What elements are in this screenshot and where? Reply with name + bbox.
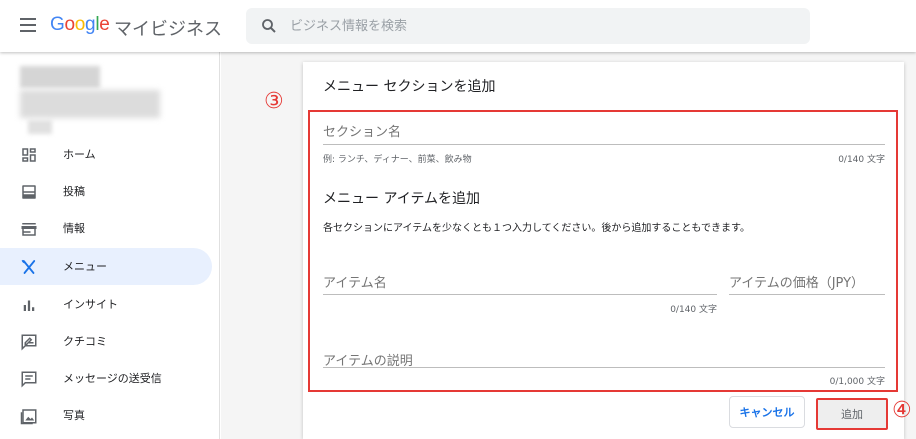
- business-detail-blurred: [28, 120, 52, 134]
- add-button[interactable]: 追加: [816, 398, 888, 430]
- sidebar: ホーム 投稿 情報 メニュー インサイト クチコミ メッセージの送受信 写真: [0, 52, 220, 439]
- menu-item-description: 各セクションにアイテムを少なくとも１つ入力してください。後から追加することもでき…: [323, 223, 750, 234]
- business-address-blurred: [20, 90, 160, 118]
- dialog-title: メニュー セクションを追加: [323, 79, 496, 95]
- item-description-counter: 0/1,000 文字: [829, 377, 885, 387]
- sidebar-item-posts[interactable]: 投稿: [0, 173, 212, 210]
- cancel-button[interactable]: キャンセル: [729, 396, 805, 428]
- sidebar-item-label: 投稿: [63, 185, 85, 198]
- sidebar-item-label: 情報: [63, 222, 85, 235]
- top-app-bar: Google マイビジネス: [0, 0, 916, 52]
- sidebar-item-messages[interactable]: メッセージの送受信: [0, 360, 212, 397]
- item-name-underline: [323, 294, 717, 295]
- sidebar-item-home[interactable]: ホーム: [0, 136, 212, 173]
- sidebar-item-reviews[interactable]: クチコミ: [0, 323, 212, 360]
- section-name-underline: [323, 144, 885, 145]
- sidebar-item-insights[interactable]: インサイト: [0, 286, 212, 323]
- annotation-marker-4: ④: [892, 398, 912, 423]
- item-name-counter: 0/140 文字: [670, 305, 717, 315]
- dashboard-icon: [22, 148, 36, 162]
- photo-icon: [20, 409, 37, 425]
- storefront-icon: [21, 223, 37, 236]
- section-name-field[interactable]: セクション名: [323, 121, 401, 140]
- sidebar-item-label: インサイト: [63, 298, 118, 311]
- app-name: マイビジネス: [114, 19, 222, 40]
- sidebar-item-label: メッセージの送受信: [63, 372, 162, 385]
- hamburger-menu-icon[interactable]: [20, 18, 36, 32]
- add-menu-section-dialog: メニュー セクションを追加 セクション名 例: ランチ、ディナー、前菜、飲み物 …: [303, 62, 904, 439]
- post-icon: [22, 185, 36, 199]
- section-name-helper: 例: ランチ、ディナー、前菜、飲み物: [323, 155, 472, 165]
- search-input[interactable]: [290, 8, 790, 44]
- menu-item-heading: メニュー アイテムを追加: [323, 191, 481, 207]
- sidebar-item-menu[interactable]: メニュー: [0, 248, 212, 285]
- rate-review-icon: [21, 334, 37, 351]
- sidebar-item-photos[interactable]: 写真: [0, 397, 212, 434]
- sidebar-item-label: メニュー: [63, 260, 107, 273]
- annotation-marker-3: ③: [264, 89, 284, 114]
- bar-chart-icon: [23, 300, 35, 311]
- google-logo: Google: [50, 14, 110, 35]
- sidebar-item-label: クチコミ: [63, 335, 107, 348]
- item-name-field[interactable]: アイテム名: [323, 272, 387, 291]
- business-name-blurred: [20, 66, 100, 88]
- sidebar-item-info[interactable]: 情報: [0, 210, 212, 247]
- search-icon: [262, 19, 276, 33]
- message-icon: [21, 371, 37, 388]
- item-price-field[interactable]: アイテムの価格（JPY）: [729, 272, 864, 291]
- item-description-underline: [323, 367, 885, 368]
- sidebar-item-label: ホーム: [63, 148, 96, 161]
- section-name-counter: 0/140 文字: [838, 155, 885, 165]
- sidebar-item-label: 写真: [63, 409, 85, 422]
- search-bar[interactable]: [246, 8, 810, 44]
- restaurant-icon: [21, 259, 36, 274]
- item-price-underline: [729, 294, 885, 295]
